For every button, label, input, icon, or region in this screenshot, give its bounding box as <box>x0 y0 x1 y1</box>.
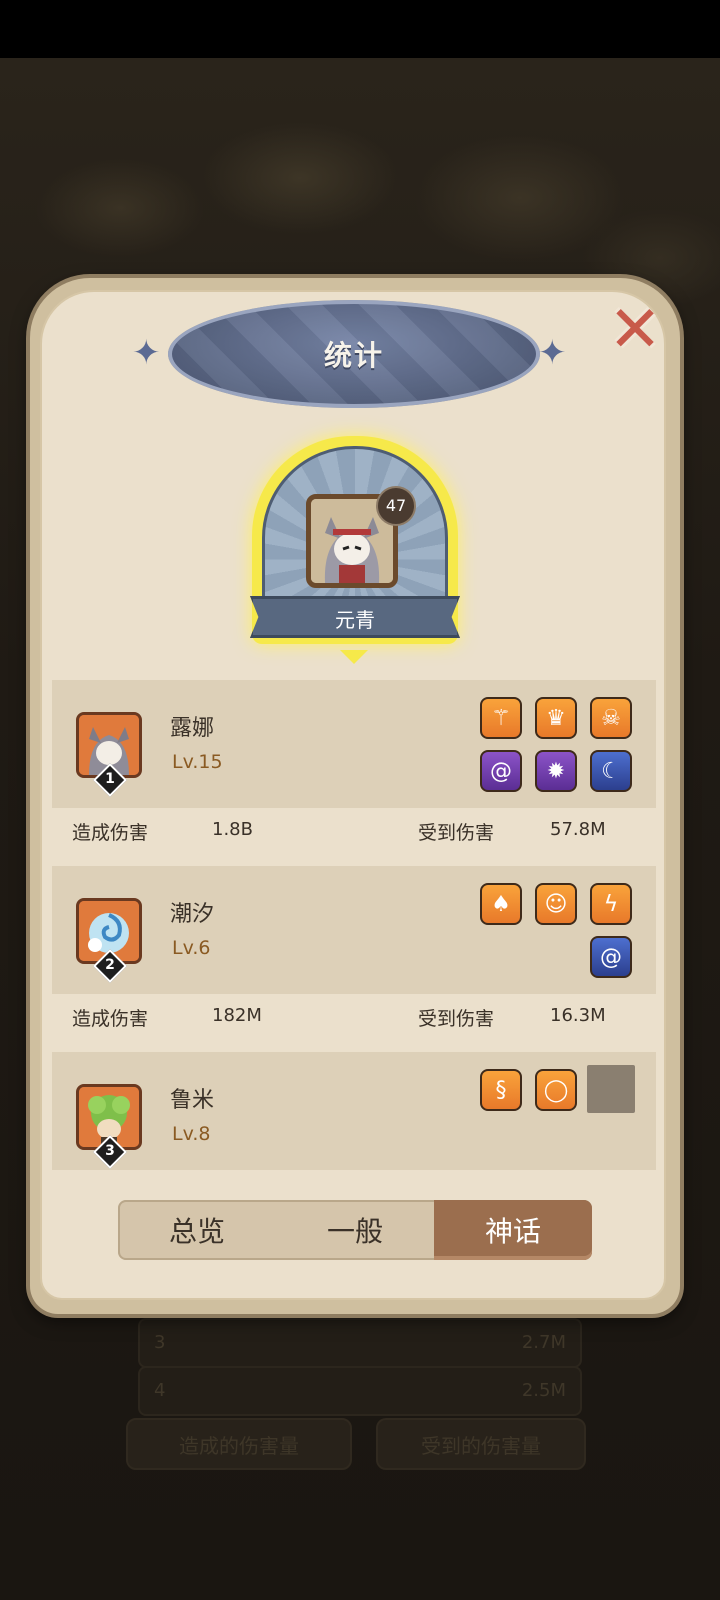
background-row: 4 2.5M <box>138 1366 582 1416</box>
skull-wand-icon[interactable]: ☠ <box>590 697 632 739</box>
hero-name: 鲁米 <box>170 1088 215 1113</box>
background-row-rank: 4 <box>154 1380 166 1401</box>
tab-mythic[interactable]: 神话 <box>434 1200 592 1260</box>
damage-taken-label: 受到伤害 <box>418 1008 495 1030</box>
background-tab-taken: 受到的伤害量 <box>376 1418 586 1470</box>
star-left-icon: ✦ <box>132 333 161 373</box>
tab-general[interactable]: 一般 <box>276 1200 434 1260</box>
staff-icon[interactable]: ⚚ <box>480 697 522 739</box>
star-right-icon: ✦ <box>538 333 567 373</box>
rank-number: 3 <box>105 1143 115 1159</box>
filter-tabs: 总览 一般 神话 <box>118 1200 592 1260</box>
background-tab-dealt: 造成的伤害量 <box>126 1418 352 1470</box>
hero-level: Lv.6 <box>172 937 211 959</box>
vortex-icon[interactable]: @ <box>590 936 632 978</box>
mvp-pointer-arrow <box>340 650 368 664</box>
hero-level: Lv.8 <box>172 1123 211 1145</box>
hero-name: 潮汐 <box>170 902 215 927</box>
damage-taken-value: 16.3M <box>550 1005 606 1026</box>
damage-dealt-value: 182M <box>212 1005 262 1026</box>
witch-hat-icon[interactable]: ♠ <box>480 883 522 925</box>
flame-burst-icon[interactable]: ✹ <box>535 750 577 792</box>
dialog-title: 统计 <box>323 339 384 372</box>
mvp-name: 元青 <box>335 608 375 632</box>
mvp-level-badge: 47 <box>376 486 416 526</box>
hero-name: 露娜 <box>170 716 215 741</box>
background-row-value: 2.7M <box>521 1332 566 1353</box>
close-button[interactable]: ✕ <box>600 293 670 367</box>
moon-orb-icon[interactable]: ☾ <box>590 750 632 792</box>
tab-overview[interactable]: 总览 <box>118 1200 276 1260</box>
damage-taken-value: 57.8M <box>550 819 606 840</box>
damage-dealt-label: 造成伤害 <box>72 1008 149 1030</box>
damage-taken-label: 受到伤害 <box>418 822 495 844</box>
lightning-orb-icon[interactable]: ϟ <box>590 883 632 925</box>
rank-number: 1 <box>105 771 115 787</box>
background-row-rank: 3 <box>154 1332 166 1353</box>
hero-level: Lv.15 <box>172 751 223 773</box>
status-bar <box>0 0 720 58</box>
ghost-icon[interactable]: ☺ <box>535 883 577 925</box>
background-row: 3 2.7M <box>138 1318 582 1368</box>
crown-icon[interactable]: ♛ <box>535 697 577 739</box>
whip-icon[interactable]: § <box>480 1069 522 1111</box>
background-row-value: 2.5M <box>521 1380 566 1401</box>
ring-icon[interactable]: ◯ <box>535 1069 577 1111</box>
rank-number: 2 <box>105 957 115 973</box>
damage-dealt-value: 1.8B <box>212 819 253 840</box>
close-icon: ✕ <box>608 293 662 367</box>
vortex-icon[interactable]: @ <box>480 750 522 792</box>
empty-slot <box>587 1065 635 1113</box>
damage-dealt-label: 造成伤害 <box>72 822 149 844</box>
